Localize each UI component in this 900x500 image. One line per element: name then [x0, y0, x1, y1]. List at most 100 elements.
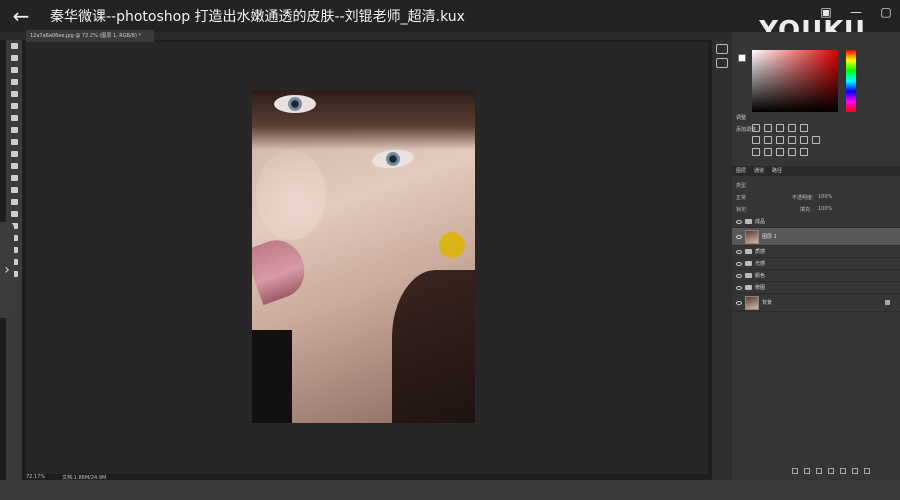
hue-sat-icon[interactable]: [752, 136, 760, 144]
marquee-tool-icon[interactable]: [6, 52, 22, 64]
gradient-icon[interactable]: [6, 172, 22, 184]
properties-panel-icon[interactable]: [716, 58, 728, 68]
mouse-cursor-highlight: [439, 232, 465, 258]
vibrance-icon[interactable]: [800, 124, 808, 132]
eye-left: [274, 95, 316, 113]
eyedropper-icon[interactable]: [6, 100, 22, 112]
back-button[interactable]: ←: [0, 0, 42, 32]
layers-footer: [792, 468, 870, 474]
new-layer-icon[interactable]: [852, 468, 858, 474]
healing-brush-icon[interactable]: [6, 112, 22, 124]
lasso-tool-icon[interactable]: [6, 64, 22, 76]
brush-tool-icon[interactable]: [6, 124, 22, 136]
layers-list: 成品 图层 1 质感 光感 颜色 修图 背景: [732, 216, 900, 312]
pen-tool-icon[interactable]: [6, 208, 22, 220]
lookup-icon[interactable]: [812, 136, 820, 144]
folder-icon: [745, 249, 752, 254]
levels-icon[interactable]: [764, 124, 772, 132]
eraser-icon[interactable]: [6, 160, 22, 172]
opacity-label: 不透明度:: [792, 195, 814, 201]
layer-name: 背景: [762, 300, 773, 306]
folder-icon: [745, 273, 752, 278]
lips: [252, 232, 313, 306]
visibility-eye-icon[interactable]: [736, 285, 742, 290]
maximize-icon[interactable]: ▢: [878, 4, 894, 20]
side-expand-button[interactable]: ›: [0, 222, 14, 318]
blend-mode-select[interactable]: 正常: [736, 194, 746, 201]
color-balance-icon[interactable]: [764, 136, 772, 144]
chevron-right-icon: ›: [4, 262, 10, 278]
curves-icon[interactable]: [776, 124, 784, 132]
eye-right: [371, 147, 415, 171]
adjustments-grid: [752, 124, 832, 160]
fill-value[interactable]: 100%: [818, 206, 832, 212]
arrow-left-icon: ←: [12, 4, 30, 28]
selective-color-icon[interactable]: [800, 148, 808, 156]
visibility-eye-icon[interactable]: [736, 273, 742, 278]
history-brush-icon[interactable]: [6, 148, 22, 160]
hue-slider[interactable]: [846, 50, 856, 112]
folder-icon: [745, 261, 752, 266]
collapsed-panels: [712, 40, 732, 480]
layer-thumbnail: [745, 295, 759, 310]
trash-icon[interactable]: [864, 468, 870, 474]
brightness-icon[interactable]: [752, 124, 760, 132]
portrait-photo[interactable]: [252, 90, 475, 423]
layer-row[interactable]: 质感: [732, 246, 900, 258]
layer-row[interactable]: 成品: [732, 216, 900, 228]
new-group-icon[interactable]: [840, 468, 846, 474]
mask-icon[interactable]: [816, 468, 822, 474]
channel-mixer-icon[interactable]: [800, 136, 808, 144]
layer-row[interactable]: 修图: [732, 282, 900, 294]
layer-name: 质感: [755, 249, 766, 255]
move-tool-icon[interactable]: [6, 40, 22, 52]
clone-stamp-icon[interactable]: [6, 136, 22, 148]
visibility-eye-icon[interactable]: [736, 234, 742, 239]
history-panel-icon[interactable]: [716, 44, 728, 54]
player-bottom-bar: [0, 480, 900, 500]
fx-icon[interactable]: [804, 468, 810, 474]
crop-tool-icon[interactable]: [6, 88, 22, 100]
layer-row-background[interactable]: 背景: [732, 294, 900, 312]
layer-name: 修图: [755, 285, 766, 291]
invert-icon[interactable]: [752, 148, 760, 156]
dodge-tool-icon[interactable]: [6, 196, 22, 208]
visibility-eye-icon[interactable]: [736, 249, 742, 254]
opacity-value[interactable]: 100%: [818, 194, 832, 200]
folder-icon: [745, 285, 752, 290]
adjustments-tab[interactable]: 调整: [736, 114, 746, 121]
tab-layers[interactable]: 图层: [736, 166, 746, 176]
exposure-icon[interactable]: [788, 124, 796, 132]
document-tab[interactable]: 12a7a6a06ee.jpg @ 72.2% (图层 1, RGB/8) *: [26, 30, 154, 42]
photo-filter-icon[interactable]: [788, 136, 796, 144]
lock-icon: [885, 300, 890, 305]
folder-icon: [745, 219, 752, 224]
right-panels: 调整 添加调整 图层 通道 路径 类型 正常 不透明度: 100% 锁定: 填充…: [732, 32, 900, 480]
magic-wand-icon[interactable]: [6, 76, 22, 88]
tab-paths[interactable]: 路径: [772, 166, 782, 176]
link-icon[interactable]: [792, 468, 798, 474]
visibility-eye-icon[interactable]: [736, 219, 742, 224]
layer-name: 光感: [755, 261, 766, 267]
visibility-eye-icon[interactable]: [736, 261, 742, 266]
bw-icon[interactable]: [776, 136, 784, 144]
tab-channels[interactable]: 通道: [754, 166, 764, 176]
adjustment-layer-icon[interactable]: [828, 468, 834, 474]
layer-row[interactable]: 颜色: [732, 270, 900, 282]
layer-name: 颜色: [755, 273, 766, 279]
layer-thumbnail: [745, 229, 759, 244]
posterize-icon[interactable]: [764, 148, 772, 156]
layer-row-selected[interactable]: 图层 1: [732, 228, 900, 246]
layer-row[interactable]: 光感: [732, 258, 900, 270]
gradient-map-icon[interactable]: [788, 148, 796, 156]
layers-tabs: 图层 通道 路径: [732, 166, 900, 176]
fill-label: 填充:: [800, 207, 812, 213]
blur-tool-icon[interactable]: [6, 184, 22, 196]
layer-name: 图层 1: [762, 234, 777, 240]
color-picker-field[interactable]: [752, 50, 838, 112]
threshold-icon[interactable]: [776, 148, 784, 156]
visibility-eye-icon[interactable]: [736, 300, 742, 305]
foreground-swatch[interactable]: [738, 54, 746, 62]
layer-filter-kind[interactable]: 类型: [736, 182, 746, 189]
video-title: 秦华微课--photoshop 打造出水嫩通透的皮肤--刘锟老师_超清.kux: [50, 9, 465, 25]
